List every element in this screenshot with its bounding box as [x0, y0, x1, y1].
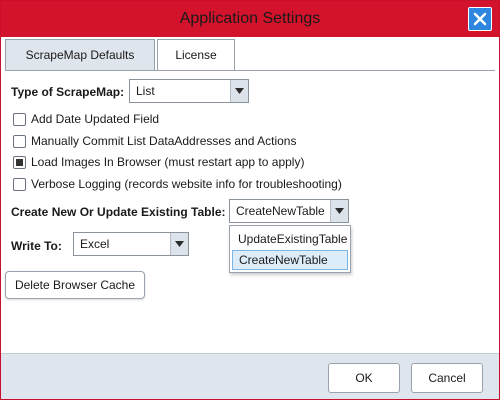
checkbox-checked[interactable] [13, 155, 26, 169]
option-add-date-updated[interactable]: Add Date Updated Field [13, 111, 159, 127]
dropdown-option-update-existing[interactable]: UpdateExistingTable [232, 229, 348, 249]
scrapemap-type-value: List [136, 84, 155, 98]
checkbox[interactable] [13, 112, 26, 126]
tab-license[interactable]: License [157, 39, 235, 71]
settings-window: Application Settings ScrapeMap Defaults … [0, 0, 500, 400]
chevron-down-icon [330, 200, 348, 222]
option-label: Manually Commit List DataAddresses and A… [31, 134, 297, 148]
cancel-button[interactable]: Cancel [411, 363, 483, 393]
delete-browser-cache-button[interactable]: Delete Browser Cache [5, 271, 145, 299]
close-button[interactable] [468, 7, 492, 31]
table-mode-select[interactable]: CreateNewTable [229, 199, 349, 223]
chevron-down-icon [170, 233, 188, 255]
option-label: Add Date Updated Field [31, 112, 160, 126]
scrapemap-type-select[interactable]: List [129, 79, 249, 103]
table-mode-label: Create New Or Update Existing Table: [11, 205, 226, 219]
checkbox[interactable] [13, 134, 26, 148]
window-title: Application Settings [179, 10, 321, 27]
check-mark-icon [16, 158, 23, 166]
ok-button[interactable]: OK [328, 363, 400, 393]
close-icon [473, 12, 487, 26]
table-mode-value: CreateNewTable [236, 204, 325, 218]
option-load-images[interactable]: Load Images In Browser (must restart app… [13, 154, 304, 170]
checkbox[interactable] [13, 177, 26, 191]
tab-scrapemap-defaults[interactable]: ScrapeMap Defaults [5, 39, 155, 71]
write-to-value: Excel [80, 237, 110, 251]
option-label: Verbose Logging (records website info fo… [31, 177, 342, 191]
scrapemap-type-label: Type of ScrapeMap: [11, 85, 125, 99]
option-verbose-logging[interactable]: Verbose Logging (records website info fo… [13, 176, 342, 192]
chevron-down-icon [230, 80, 248, 102]
dialog-footer: OK Cancel [1, 353, 499, 399]
write-to-select[interactable]: Excel [73, 232, 189, 256]
option-label: Load Images In Browser (must restart app… [31, 155, 305, 169]
write-to-label: Write To: [11, 239, 62, 253]
table-mode-dropdown-list: UpdateExistingTable CreateNewTable [229, 225, 351, 273]
tab-panel: Type of ScrapeMap: List Add Date Updated… [5, 70, 495, 338]
dropdown-option-create-new[interactable]: CreateNewTable [232, 250, 348, 270]
option-manual-commit[interactable]: Manually Commit List DataAddresses and A… [13, 133, 296, 149]
